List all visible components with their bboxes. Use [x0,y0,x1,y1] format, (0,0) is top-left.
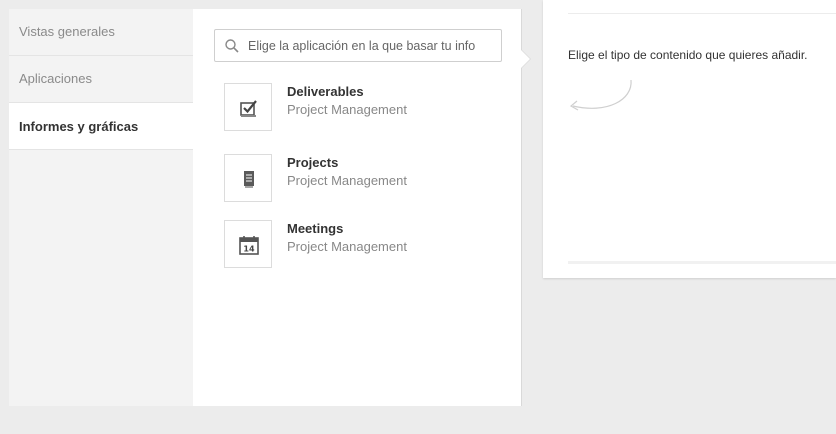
sidebar-item-vistas-generales[interactable]: Vistas generales [9,9,193,56]
content-card: Elige el tipo de contenido que quieres a… [543,0,836,278]
sidebar-item-informes-y-graficas[interactable]: Informes y gráficas [9,103,193,150]
app-picker-panel: Deliverables Project Management Projects… [193,9,522,406]
divider [568,13,836,14]
app-name: Projects [287,155,339,170]
content-type-prompt: Elige el tipo de contenido que quieres a… [568,48,808,62]
search-icon [224,38,240,54]
app-option-meetings[interactable]: 14 Meetings Project Management [224,220,514,270]
app-name: Meetings [287,221,344,236]
picker-pointer-fill [521,50,530,68]
document-icon [224,154,272,202]
app-workspace: Project Management [287,239,407,254]
app-workspace: Project Management [287,173,407,188]
checkbox-icon [224,83,272,131]
app-search-box[interactable] [214,29,502,62]
sidebar-item-aplicaciones[interactable]: Aplicaciones [9,56,193,103]
app-name: Deliverables [287,84,364,99]
app-option-projects[interactable]: Projects Project Management [224,154,514,204]
sidebar: Vistas generales Aplicaciones Informes y… [9,9,193,406]
app-workspace: Project Management [287,102,407,117]
calendar-icon: 14 [224,220,272,268]
calendar-day: 14 [243,245,255,254]
divider [568,261,836,264]
curved-arrow-icon [569,79,632,111]
app-search-input[interactable] [248,30,498,61]
app-option-deliverables[interactable]: Deliverables Project Management [224,83,514,133]
